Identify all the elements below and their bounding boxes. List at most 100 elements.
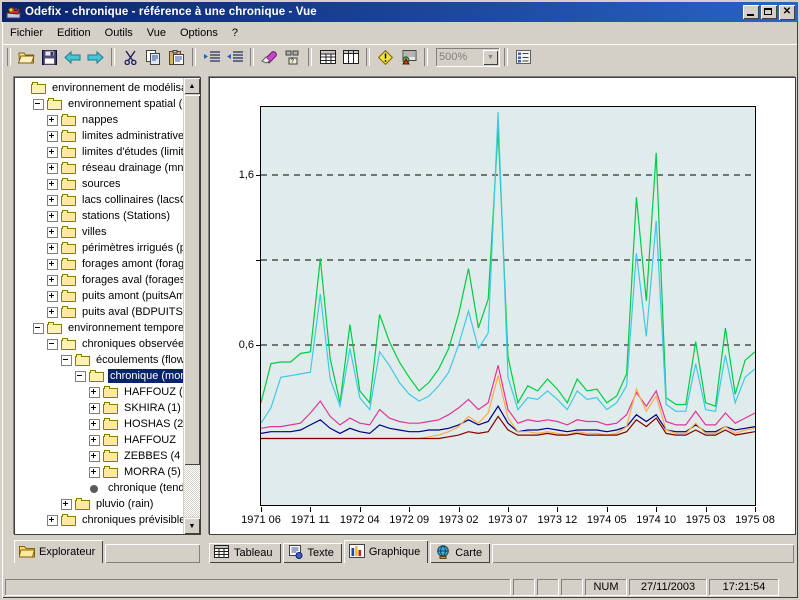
collapse-icon[interactable] bbox=[61, 354, 72, 366]
collapse-icon[interactable] bbox=[75, 370, 86, 382]
indent-increase-icon[interactable] bbox=[200, 46, 223, 68]
indent-decrease-icon[interactable] bbox=[223, 46, 246, 68]
tree-item[interactable]: ZEBBES (4 bbox=[15, 448, 200, 464]
expand-icon[interactable] bbox=[89, 450, 100, 462]
menu-item-help[interactable]: ? bbox=[225, 25, 245, 41]
expand-icon[interactable] bbox=[47, 274, 58, 286]
folder-icon bbox=[61, 257, 77, 271]
expand-icon[interactable] bbox=[47, 178, 58, 190]
tree-item[interactable]: puits amont (puitsAmont bbox=[15, 288, 200, 304]
cut-scissors-icon[interactable] bbox=[119, 46, 142, 68]
expand-icon[interactable] bbox=[89, 434, 100, 446]
tree-item[interactable]: nappes bbox=[15, 112, 200, 128]
tree-item[interactable]: réseau drainage (mntRe bbox=[15, 160, 200, 176]
close-button[interactable]: ✕ bbox=[779, 4, 795, 20]
save-icon[interactable] bbox=[38, 46, 61, 68]
tree-item[interactable]: SKHIRA (1) bbox=[15, 400, 200, 416]
expand-icon[interactable] bbox=[47, 290, 58, 302]
tree-item[interactable]: pluvio (rain) bbox=[15, 496, 200, 512]
table-icon[interactable] bbox=[316, 46, 339, 68]
x-axis-tick bbox=[458, 507, 460, 512]
paste-icon[interactable] bbox=[165, 46, 188, 68]
tree-item-label: lacs collinaires (lacsCol bbox=[82, 194, 197, 206]
splitter[interactable] bbox=[202, 77, 208, 533]
minimize-button[interactable] bbox=[743, 5, 759, 19]
copy-icon[interactable] bbox=[142, 46, 165, 68]
expand-icon[interactable] bbox=[47, 514, 58, 526]
zoom-combobox[interactable]: 500% ▼ bbox=[436, 47, 500, 67]
chevron-down-icon[interactable]: ▼ bbox=[483, 49, 498, 65]
expand-icon[interactable] bbox=[47, 114, 58, 126]
tree-item[interactable]: MORRA (5) bbox=[15, 464, 200, 480]
tree-item[interactable]: sources bbox=[15, 176, 200, 192]
expand-icon[interactable] bbox=[47, 130, 58, 142]
expand-icon[interactable] bbox=[61, 498, 72, 510]
eraser-icon[interactable] bbox=[258, 46, 281, 68]
scroll-down-button[interactable]: ▼ bbox=[184, 518, 200, 534]
tree-item[interactable]: forages aval (foragesAva bbox=[15, 272, 200, 288]
expand-icon[interactable] bbox=[47, 210, 58, 222]
expand-icon[interactable] bbox=[89, 418, 100, 430]
map-tool-icon[interactable] bbox=[397, 46, 420, 68]
resize-grip[interactable] bbox=[781, 579, 795, 596]
expand-icon[interactable] bbox=[47, 194, 58, 206]
tree-item[interactable]: villes bbox=[15, 224, 200, 240]
expand-icon[interactable] bbox=[89, 386, 100, 398]
expand-icon[interactable] bbox=[47, 162, 58, 174]
tree-item[interactable]: HAFFOUZ ( bbox=[15, 384, 200, 400]
tree-item[interactable]: environnement temporel (tim bbox=[15, 320, 200, 336]
collapse-icon[interactable] bbox=[47, 338, 58, 350]
expand-icon[interactable] bbox=[47, 242, 58, 254]
menu-item-edition[interactable]: Edition bbox=[50, 25, 98, 41]
list-view-icon[interactable] bbox=[512, 46, 535, 68]
zoom-value: 500% bbox=[439, 51, 468, 63]
tree-item[interactable]: HOSHAS (2 bbox=[15, 416, 200, 432]
tab-carte[interactable]: Carte bbox=[430, 543, 491, 563]
properties-icon[interactable]: ? bbox=[281, 46, 304, 68]
tree-item[interactable]: chroniques observées (C bbox=[15, 336, 200, 352]
back-arrow-icon[interactable] bbox=[61, 46, 84, 68]
tree-item[interactable]: chronique (mon bbox=[15, 368, 200, 384]
expand-icon[interactable] bbox=[47, 226, 58, 238]
menu-item-fichier[interactable]: Fichier bbox=[3, 25, 50, 41]
menu-item-outils[interactable]: Outils bbox=[98, 25, 140, 41]
tree-item[interactable]: environnement de modélisation bbox=[15, 80, 200, 96]
tree-vertical-scrollbar[interactable]: ▲ ▼ bbox=[183, 78, 200, 534]
open-icon[interactable] bbox=[15, 46, 38, 68]
collapse-icon[interactable] bbox=[33, 322, 44, 334]
collapse-icon[interactable] bbox=[33, 98, 44, 110]
expand-icon[interactable] bbox=[89, 402, 100, 414]
tab-tableau[interactable]: Tableau bbox=[209, 543, 281, 563]
grid-columns-icon[interactable] bbox=[339, 46, 362, 68]
scroll-thumb[interactable] bbox=[184, 95, 200, 465]
tab-explorateur[interactable]: Explorateur bbox=[14, 540, 104, 563]
tree-item[interactable]: limites administratives (S bbox=[15, 128, 200, 144]
tree-item[interactable]: environnement spatial (map) bbox=[15, 96, 200, 112]
maximize-button[interactable] bbox=[761, 5, 777, 19]
warning-icon[interactable] bbox=[374, 46, 397, 68]
model-tree[interactable]: environnement de modélisation environneme… bbox=[15, 78, 200, 528]
tree-item[interactable]: chronique (tend bbox=[15, 480, 200, 496]
expand-icon[interactable] bbox=[47, 146, 58, 158]
tree-item[interactable]: HAFFOUZ bbox=[15, 432, 200, 448]
expand-icon[interactable] bbox=[47, 306, 58, 318]
tree-item[interactable]: limites d'études (limite_ bbox=[15, 144, 200, 160]
tree-item-label: SKHIRA (1) bbox=[124, 402, 181, 414]
tree-item[interactable]: écoulements (flow) bbox=[15, 352, 200, 368]
x-axis-tick bbox=[310, 507, 312, 512]
tree-item[interactable]: lacs collinaires (lacsCol bbox=[15, 192, 200, 208]
expand-icon[interactable] bbox=[47, 258, 58, 270]
tab-texte[interactable]: Texte bbox=[282, 543, 342, 563]
tree-item[interactable]: chroniques prévisibles (F bbox=[15, 512, 200, 528]
tree-item[interactable]: forages amont (foragesA bbox=[15, 256, 200, 272]
scroll-up-button[interactable]: ▲ bbox=[184, 78, 200, 94]
scroll-track[interactable] bbox=[184, 465, 200, 517]
expand-icon[interactable] bbox=[89, 466, 100, 478]
menu-item-options[interactable]: Options bbox=[173, 25, 225, 41]
tree-item[interactable]: périmètres irrigués (ppi) bbox=[15, 240, 200, 256]
tab-graphique[interactable]: Graphique bbox=[343, 540, 429, 563]
menu-item-vue[interactable]: Vue bbox=[140, 25, 173, 41]
tree-item[interactable]: stations (Stations) bbox=[15, 208, 200, 224]
forward-arrow-icon[interactable] bbox=[84, 46, 107, 68]
tree-item[interactable]: puits aval (BDPUITSdéfi bbox=[15, 304, 200, 320]
